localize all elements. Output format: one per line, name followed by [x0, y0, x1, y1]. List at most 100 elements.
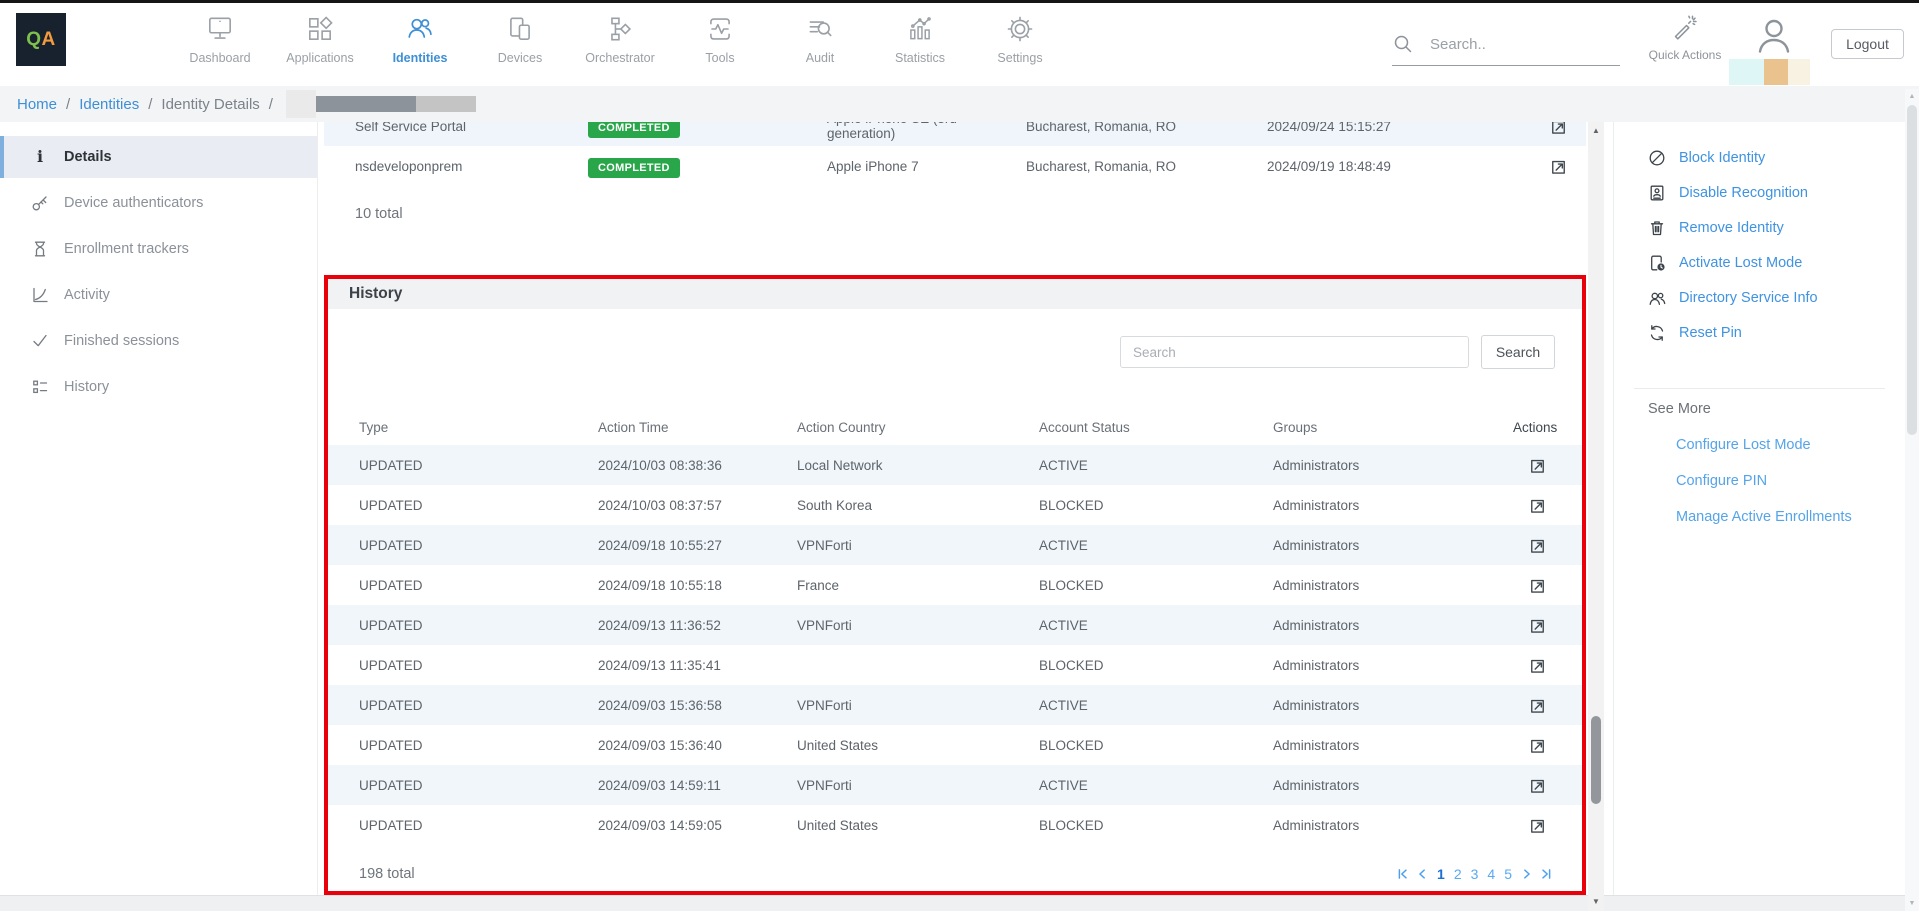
cell-action-time: 2024/09/03 14:59:11 [598, 778, 797, 793]
cell-account-status: ACTIVE [1039, 458, 1273, 473]
cell-action-country: VPNForti [797, 538, 1039, 553]
cell-account-status: ACTIVE [1039, 698, 1273, 713]
scroll-up-arrow-icon[interactable]: ▲ [1905, 93, 1919, 100]
cell-type: UPDATED [359, 458, 598, 473]
sidebar-item-history[interactable]: History [0, 366, 317, 408]
open-session-button[interactable] [1550, 158, 1567, 175]
open-history-entry-button[interactable] [1529, 497, 1546, 514]
sidebar-item-finished-sessions[interactable]: Finished sessions [0, 320, 317, 362]
history-search-button[interactable]: Search [1481, 335, 1555, 369]
scrollbar-thumb[interactable] [1907, 105, 1917, 435]
nav-item-dashboard[interactable]: Dashboard [178, 13, 262, 65]
redaction-block [286, 90, 316, 118]
breadcrumb-separator: / [269, 96, 273, 113]
pagination: 1 2 3 4 5 [1397, 866, 1552, 882]
cell-action-time: 2024/09/03 15:36:58 [598, 698, 797, 713]
open-history-entry-button[interactable] [1529, 457, 1546, 474]
scrollbar-thumb[interactable] [1591, 716, 1601, 804]
column-header-type: Type [359, 420, 598, 435]
nav-item-settings[interactable]: Settings [978, 13, 1062, 65]
cell-account-status: BLOCKED [1039, 738, 1273, 753]
page-number-3[interactable]: 3 [1471, 866, 1479, 882]
nav-item-identities[interactable]: Identities [378, 13, 462, 65]
page-number-5[interactable]: 5 [1504, 866, 1512, 882]
activate-lost-mode-action[interactable]: Activate Lost Mode [1614, 245, 1905, 280]
cell-account-status: BLOCKED [1039, 658, 1273, 673]
open-history-entry-button[interactable] [1529, 657, 1546, 674]
previous-page-button[interactable] [1417, 868, 1428, 880]
key-icon [31, 194, 49, 212]
app-logo[interactable]: QA [16, 13, 66, 66]
sidebar-item-device-authenticators[interactable]: Device authenticators [0, 182, 317, 224]
next-page-button[interactable] [1521, 868, 1532, 880]
redaction-block [416, 96, 476, 112]
table-row: Self Service Portal COMPLETED Apple iPho… [324, 122, 1586, 146]
page-number-1[interactable]: 1 [1437, 866, 1445, 882]
status-badge: COMPLETED [588, 158, 680, 178]
nav-item-orchestrator[interactable]: Orchestrator [578, 13, 662, 65]
open-details-icon [1529, 657, 1546, 674]
breadcrumb-identities-link[interactable]: Identities [79, 96, 139, 113]
sidebar-item-enrollment-trackers[interactable]: Enrollment trackers [0, 228, 317, 270]
open-history-entry-button[interactable] [1529, 817, 1546, 834]
cell-type: UPDATED [359, 738, 598, 753]
open-history-entry-button[interactable] [1529, 537, 1546, 554]
first-page-button[interactable] [1397, 868, 1408, 880]
last-page-button[interactable] [1541, 868, 1552, 880]
block-identity-action[interactable]: Block Identity [1614, 140, 1905, 175]
nav-item-audit[interactable]: Audit [778, 13, 862, 65]
user-avatar[interactable] [1752, 15, 1796, 55]
reset-pin-action[interactable]: Reset Pin [1614, 315, 1905, 350]
page-scrollbar[interactable]: ▲ ▼ [1905, 89, 1919, 911]
redacted-username [1729, 59, 1810, 85]
sidebar-item-details[interactable]: i Details [0, 136, 317, 178]
logout-button[interactable]: Logout [1831, 29, 1904, 59]
remove-identity-action[interactable]: Remove Identity [1614, 210, 1905, 245]
action-label: Remove Identity [1679, 220, 1784, 236]
open-history-entry-button[interactable] [1529, 617, 1546, 634]
quick-actions-label: Quick Actions [1649, 48, 1722, 62]
nav-item-applications[interactable]: Applications [278, 13, 362, 65]
table-row: UPDATED 2024/10/03 08:37:57 South Korea … [328, 485, 1582, 525]
top-navigation-bar: QA Dashboard Applications Identities Dev… [0, 0, 1919, 86]
info-icon: i [31, 149, 49, 165]
configure-lost-mode-link[interactable]: Configure Lost Mode [1676, 437, 1905, 453]
open-details-icon [1529, 697, 1546, 714]
cell-action-time: 2024/09/03 15:36:40 [598, 738, 797, 753]
sessions-table: Self Service Portal COMPLETED Apple iPho… [324, 122, 1586, 186]
cell-groups: Administrators [1273, 658, 1513, 673]
nav-item-tools[interactable]: Tools [678, 13, 762, 65]
open-history-entry-button[interactable] [1529, 777, 1546, 794]
sidebar-item-activity[interactable]: Activity [0, 274, 317, 316]
history-search-input[interactable] [1120, 336, 1469, 368]
open-history-entry-button[interactable] [1529, 577, 1546, 594]
directory-service-info-action[interactable]: Directory Service Info [1614, 280, 1905, 315]
open-session-button[interactable] [1550, 122, 1567, 135]
cell-action-time: 2024/09/13 11:35:41 [598, 658, 797, 673]
manage-active-enrollments-link[interactable]: Manage Active Enrollments [1676, 509, 1905, 525]
history-section: History Search Type Action Time Action C… [324, 275, 1586, 895]
configure-pin-link[interactable]: Configure PIN [1676, 473, 1905, 489]
global-search-input[interactable] [1430, 36, 1600, 53]
page-number-2[interactable]: 2 [1454, 866, 1462, 882]
logo-letter-q: Q [26, 29, 41, 51]
scroll-down-arrow-icon[interactable]: ▼ [1588, 898, 1604, 906]
page-number-4[interactable]: 4 [1487, 866, 1495, 882]
open-history-entry-button[interactable] [1529, 697, 1546, 714]
quick-actions-button[interactable]: Quick Actions [1642, 13, 1728, 62]
cell-groups: Administrators [1273, 818, 1513, 833]
main-content-scrollbar[interactable]: ▲ ▼ [1588, 122, 1604, 911]
breadcrumb-home-link[interactable]: Home [17, 96, 57, 113]
nav-item-label: Applications [286, 51, 353, 65]
disable-recognition-action[interactable]: Disable Recognition [1614, 175, 1905, 210]
nav-item-label: Identities [393, 51, 448, 65]
table-row: UPDATED 2024/09/18 10:55:18 France BLOCK… [328, 565, 1582, 605]
nav-item-statistics[interactable]: Statistics [878, 13, 962, 65]
scroll-up-arrow-icon[interactable]: ▲ [1588, 127, 1604, 135]
nav-item-label: Dashboard [189, 51, 250, 65]
scroll-down-arrow-icon[interactable]: ▼ [1905, 900, 1919, 907]
breadcrumb: Home / Identities / Identity Details / [0, 86, 1919, 122]
nav-item-devices[interactable]: Devices [478, 13, 562, 65]
open-history-entry-button[interactable] [1529, 737, 1546, 754]
sessions-total-count: 10 total [355, 206, 1586, 240]
